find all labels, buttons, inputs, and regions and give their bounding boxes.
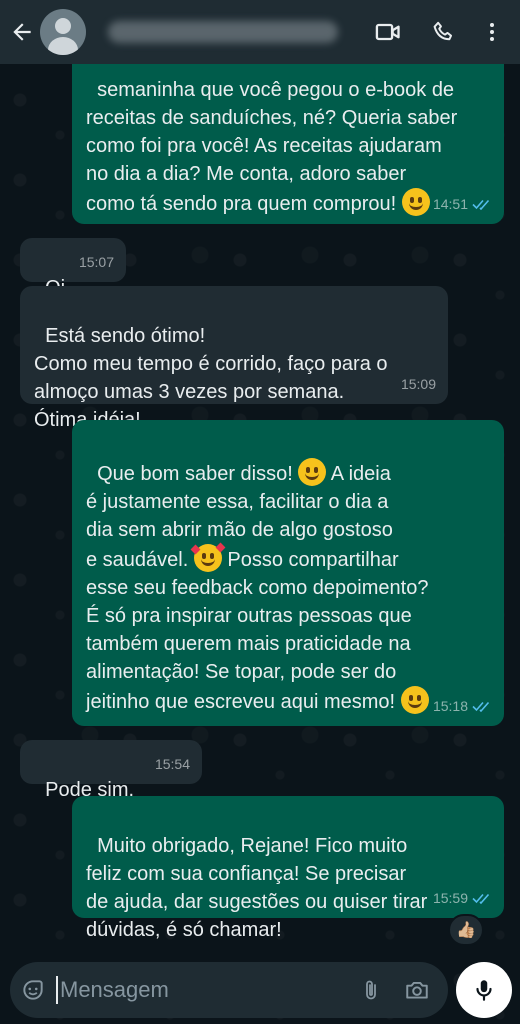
phone-icon (433, 21, 453, 41)
message-time: 15:09 (400, 376, 436, 392)
more-vert-icon (490, 23, 494, 41)
message-input[interactable] (56, 976, 348, 1004)
grinning-emoji (298, 458, 327, 486)
attach-button[interactable] (348, 962, 394, 1018)
message-time: 15:54 (154, 756, 190, 772)
message-reaction[interactable]: 👍🏼 (448, 914, 484, 946)
voice-message-button[interactable] (456, 962, 512, 1018)
read-ticks-icon (472, 199, 490, 210)
message-meta: 15:09 (401, 370, 436, 398)
read-ticks-icon (472, 701, 490, 712)
message-time: 15:18 (432, 698, 468, 714)
message-incoming[interactable]: Está sendo ótimo! Como meu tempo é corri… (20, 286, 448, 431)
relieved-emoji (400, 686, 429, 714)
smiling-face-with-hearts-emoji (190, 542, 226, 572)
camera-button[interactable] (394, 962, 440, 1018)
microphone-icon (476, 980, 492, 1001)
message-composer (10, 962, 448, 1018)
message-meta: 15:59 (433, 884, 492, 912)
message-outgoing[interactable]: Muito obrigado, Rejane! Fico muito feliz… (72, 796, 504, 941)
contact-avatar[interactable] (40, 9, 86, 55)
message-meta: 15:18 (433, 692, 492, 720)
read-ticks-icon (472, 893, 490, 904)
arrow-left-icon (13, 23, 31, 41)
message-meta: 15:54 (155, 750, 190, 778)
message-outgoing[interactable]: Que bom saber disso! A ideia é justament… (72, 420, 504, 726)
grinning-emoji (401, 188, 430, 216)
message-incoming[interactable]: Pode sim. 15:54 (20, 740, 202, 801)
message-time: 15:59 (432, 890, 468, 906)
message-text-part: Posso compartilhar esse seu feedback com… (86, 549, 429, 713)
message-meta: 14:51 (433, 190, 492, 218)
sticker-button[interactable] (10, 962, 56, 1018)
voice-call-button[interactable] (416, 0, 472, 64)
contact-name-blurred[interactable] (108, 21, 338, 43)
sticker-icon (23, 980, 43, 1000)
chat-header (0, 0, 520, 64)
back-button[interactable] (4, 0, 40, 64)
more-options-button[interactable] (472, 0, 512, 64)
thumbs-up-icon: 👍🏼 (456, 922, 476, 939)
video-call-button[interactable] (360, 0, 416, 64)
message-text-part: Que bom saber disso! (97, 463, 299, 485)
camera-icon (406, 981, 428, 999)
video-call-icon (375, 23, 400, 41)
message-meta: 15:07 (79, 248, 114, 276)
paperclip-icon (366, 980, 376, 1000)
message-incoming[interactable]: Oi 15:07 (20, 238, 126, 299)
message-time: 14:51 (432, 196, 468, 212)
message-text: semaninha que você pegou o e-book de rec… (86, 79, 458, 215)
message-time: 15:07 (78, 254, 114, 270)
